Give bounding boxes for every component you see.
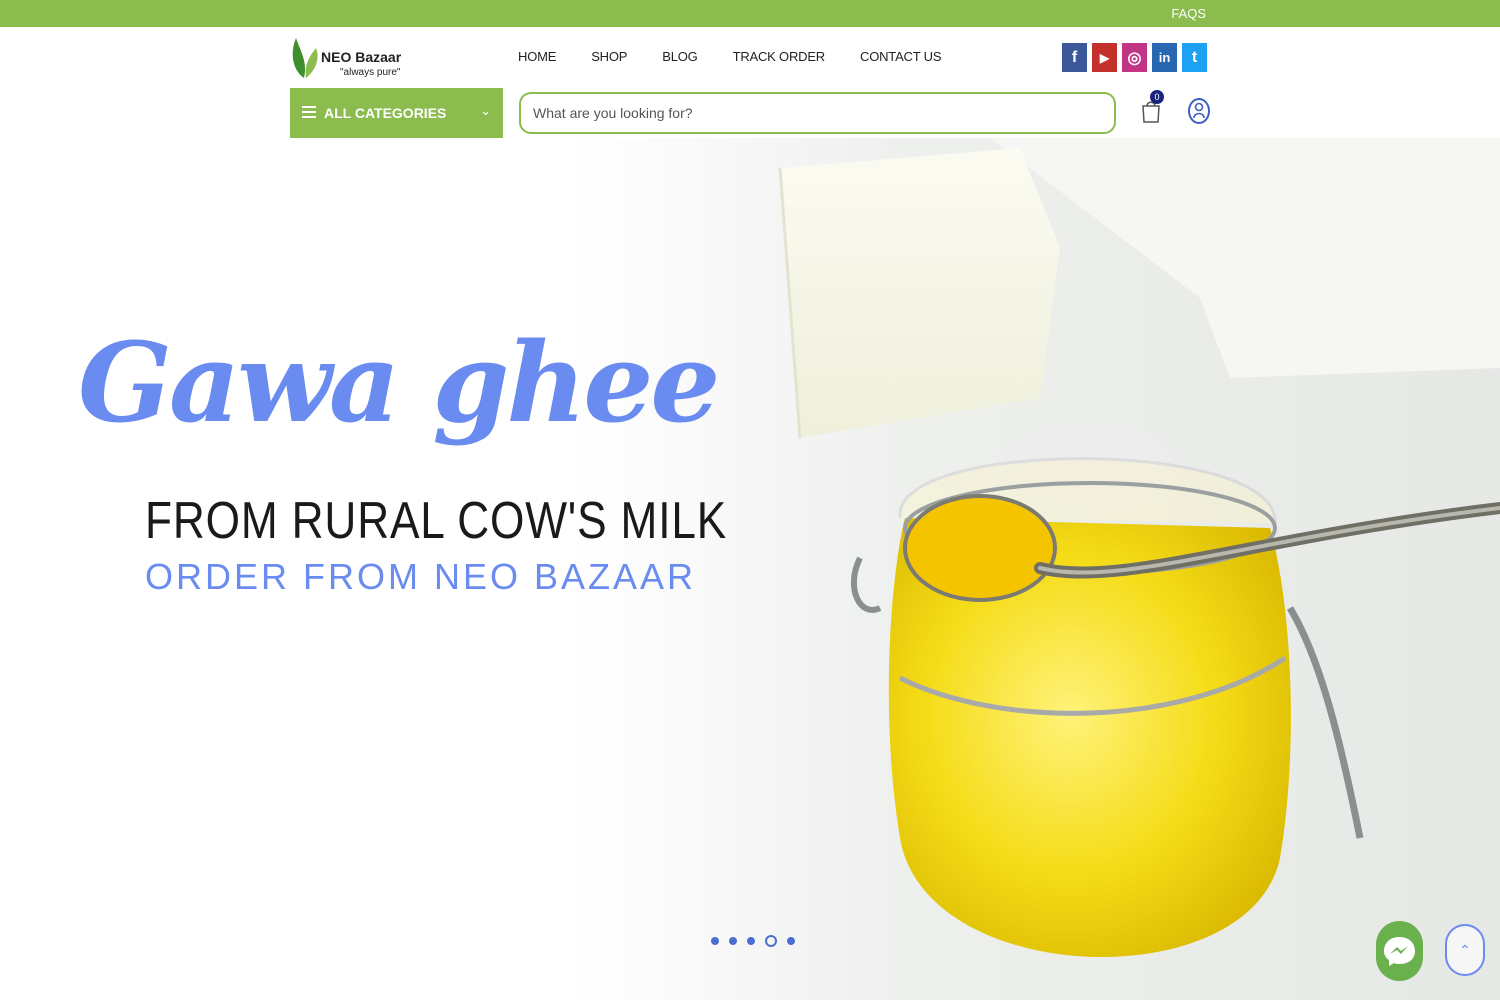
social-links: f ▶ ◎ in t bbox=[1062, 43, 1207, 72]
nav-blog[interactable]: BLOG bbox=[662, 49, 698, 64]
messenger-chat-button[interactable] bbox=[1376, 921, 1423, 981]
linkedin-icon[interactable]: in bbox=[1152, 43, 1177, 72]
main-nav: HOME SHOP BLOG TRACK ORDER CONTACT US bbox=[518, 49, 942, 64]
slider-dot-1[interactable] bbox=[711, 937, 719, 945]
all-categories-button[interactable]: ALL CATEGORIES ⌄ bbox=[290, 88, 503, 138]
youtube-icon[interactable]: ▶ bbox=[1092, 43, 1117, 72]
slider-pagination bbox=[711, 935, 795, 947]
hero-cta-text: ORDER FROM NEO BAZAAR bbox=[145, 556, 697, 597]
facebook-icon[interactable]: f bbox=[1062, 43, 1087, 72]
slider-dot-3[interactable] bbox=[747, 937, 755, 945]
chevron-up-icon: ⌃ bbox=[1459, 942, 1471, 958]
brand-tagline: "always pure" bbox=[340, 67, 401, 78]
hero-title: Gawa ghee bbox=[78, 318, 720, 447]
nav-track-order[interactable]: TRACK ORDER bbox=[733, 49, 826, 64]
top-bar: FAQS bbox=[0, 0, 1500, 27]
messenger-icon bbox=[1384, 937, 1415, 966]
menu-icon bbox=[302, 106, 316, 118]
slider-dot-2[interactable] bbox=[729, 937, 737, 945]
chevron-down-icon: ⌄ bbox=[480, 103, 491, 118]
faqs-link[interactable]: FAQS bbox=[1171, 6, 1206, 21]
leaf-logo-icon bbox=[292, 38, 318, 78]
user-account-icon[interactable] bbox=[1188, 97, 1210, 125]
site-logo[interactable]: NEO Bazaar "always pure" bbox=[290, 34, 420, 82]
brand-name: NEO Bazaar bbox=[321, 49, 402, 65]
nav-contact-us[interactable]: CONTACT US bbox=[860, 49, 942, 64]
search-input[interactable] bbox=[519, 92, 1116, 134]
slider-dot-5[interactable] bbox=[787, 937, 795, 945]
nav-shop[interactable]: SHOP bbox=[591, 49, 627, 64]
nav-home[interactable]: HOME bbox=[518, 49, 556, 64]
twitter-icon[interactable]: t bbox=[1182, 43, 1207, 72]
cart-count-badge: 0 bbox=[1150, 90, 1164, 104]
hero-subtitle: FROM RURAL COW'S MILK bbox=[145, 492, 728, 550]
scroll-to-top-button[interactable]: ⌃ bbox=[1445, 924, 1485, 976]
site-header: NEO Bazaar "always pure" HOME SHOP BLOG … bbox=[0, 27, 1500, 138]
instagram-icon[interactable]: ◎ bbox=[1122, 43, 1147, 72]
slider-dot-4[interactable] bbox=[765, 935, 777, 947]
hero-slider: Gawa ghee FROM RURAL COW'S MILK ORDER FR… bbox=[0, 138, 1500, 1000]
all-categories-label: ALL CATEGORIES bbox=[324, 105, 447, 121]
